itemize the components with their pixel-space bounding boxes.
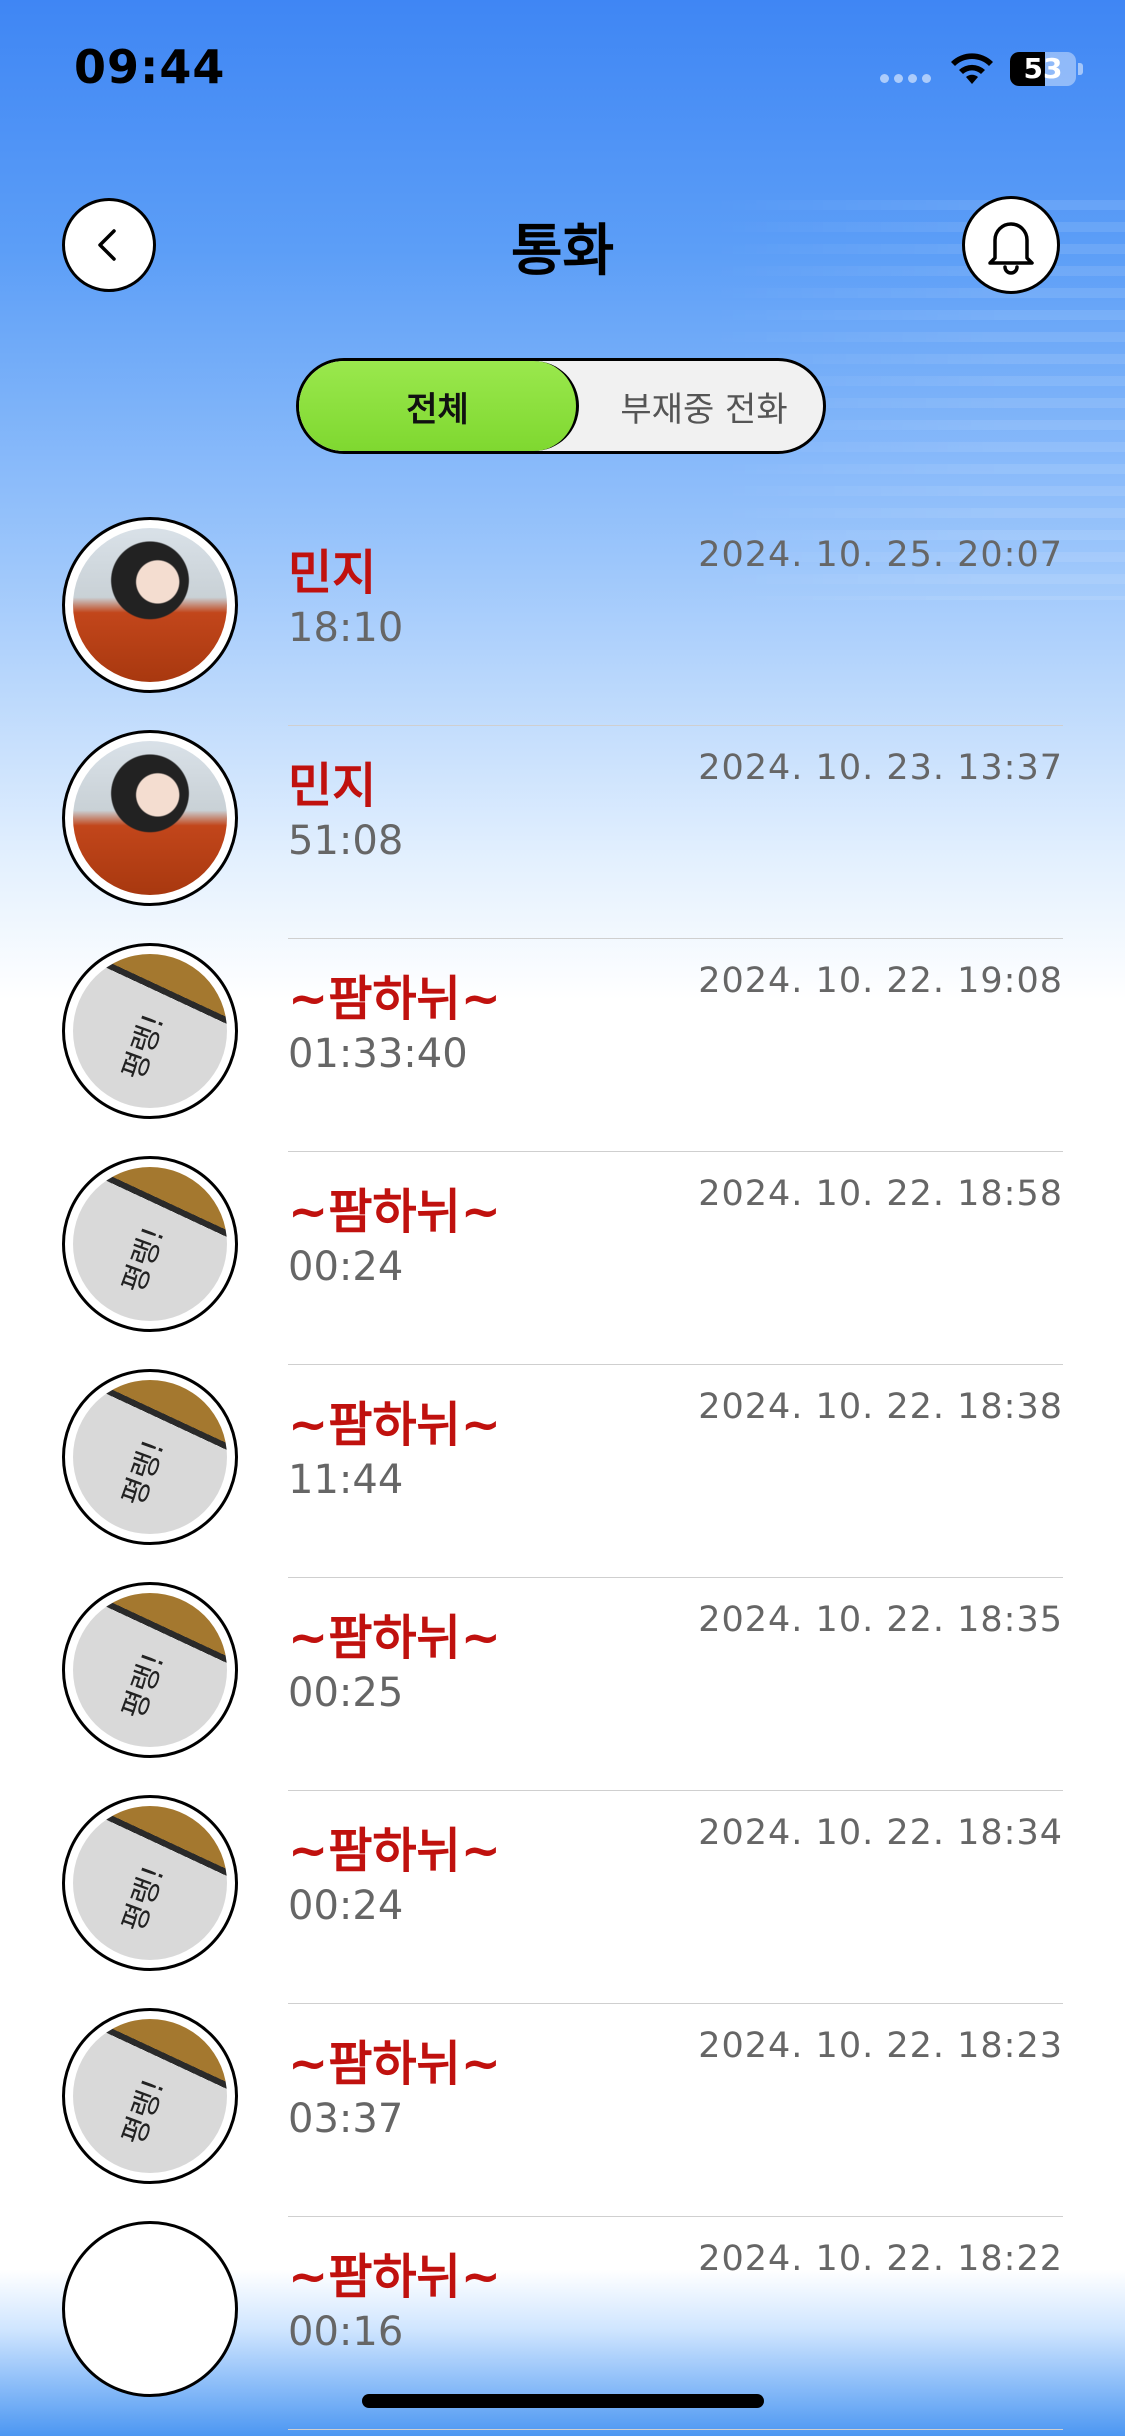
tab-all[interactable]: 전체 <box>299 361 579 451</box>
contact-avatar[interactable] <box>62 943 238 1119</box>
status-time: 09:44 <box>74 40 226 94</box>
call-duration: 00:25 <box>288 1670 404 1716</box>
contact-photo <box>73 528 227 682</box>
contact-photo <box>73 1806 227 1960</box>
contact-avatar[interactable] <box>62 1795 238 1971</box>
contact-name: ~팜하뉘~ <box>288 971 501 1027</box>
call-list-item[interactable]: ~팜하뉘~00:24 2024. 10. 22. 18:34 <box>0 1791 1125 2004</box>
contact-name: 민지 <box>288 758 377 814</box>
contact-name: 민지 <box>288 545 377 601</box>
contact-name: ~팜하뉘~ <box>288 1397 501 1453</box>
call-list-item[interactable]: ~팜하뉘~00:25 2024. 10. 22. 18:35 <box>0 1578 1125 1791</box>
call-list-item[interactable]: ~팜하뉘~00:24 2024. 10. 22. 18:58 <box>0 1152 1125 1365</box>
call-list-item[interactable]: 민지 51:08 2024. 10. 23. 13:37 <box>0 726 1125 939</box>
contact-avatar[interactable] <box>62 730 238 906</box>
call-filter-tabs: 전체 부재중 전화 <box>296 358 826 454</box>
bell-icon <box>988 222 1034 275</box>
contact-photo <box>73 741 227 895</box>
call-duration: 01:33:40 <box>288 1031 468 1077</box>
contact-avatar[interactable] <box>62 1369 238 1545</box>
contact-photo <box>73 1167 227 1321</box>
battery-level-text: 53 <box>1023 52 1063 85</box>
call-timestamp: 2024. 10. 22. 18:58 <box>698 1174 1063 1214</box>
call-duration: 51:08 <box>288 818 404 864</box>
call-duration: 00:16 <box>288 2309 404 2355</box>
contact-avatar[interactable] <box>62 1582 238 1758</box>
contact-photo <box>73 954 227 1108</box>
call-duration: 00:24 <box>288 1244 404 1290</box>
cellular-signal-icon <box>880 74 931 83</box>
page-title: 통화 <box>510 219 615 284</box>
wifi-icon <box>951 53 993 84</box>
contact-photo <box>73 2232 227 2386</box>
call-timestamp: 2024. 10. 22. 18:22 <box>698 2239 1063 2279</box>
call-timestamp: 2024. 10. 22. 18:23 <box>698 2026 1063 2066</box>
battery-icon: 53 <box>1010 52 1076 86</box>
contact-avatar[interactable] <box>62 2221 238 2397</box>
battery-cap <box>1078 63 1083 75</box>
row-divider <box>288 2429 1063 2430</box>
contact-avatar[interactable] <box>62 517 238 693</box>
call-timestamp: 2024. 10. 22. 19:08 <box>698 961 1063 1001</box>
contact-name: ~팜하뉘~ <box>288 1184 501 1240</box>
home-indicator <box>362 2394 764 2408</box>
contact-avatar[interactable] <box>62 2008 238 2184</box>
notification-button[interactable] <box>962 196 1060 294</box>
call-duration: 11:44 <box>288 1457 404 1503</box>
contact-photo <box>73 1593 227 1747</box>
contact-name: ~팜하뉘~ <box>288 1610 501 1666</box>
call-timestamp: 2024. 10. 22. 18:34 <box>698 1813 1063 1853</box>
contact-photo <box>73 1380 227 1534</box>
contact-name: ~팜하뉘~ <box>288 1823 501 1879</box>
call-duration: 18:10 <box>288 605 404 651</box>
call-list-item[interactable]: ~팜하뉘~03:37 2024. 10. 22. 18:23 <box>0 2004 1125 2217</box>
call-timestamp: 2024. 10. 23. 13:37 <box>698 748 1063 788</box>
call-list-item[interactable]: ~팜하뉘~11:44 2024. 10. 22. 18:38 <box>0 1365 1125 1578</box>
tab-missed-calls[interactable]: 부재중 전화 <box>579 361 823 451</box>
call-timestamp: 2024. 10. 25. 20:07 <box>698 535 1063 575</box>
call-list-item[interactable]: 민지 18:10 2024. 10. 25. 20:07 <box>0 513 1125 726</box>
call-duration: 00:24 <box>288 1883 404 1929</box>
call-list-item[interactable]: ~팜하뉘~01:33:40 2024. 10. 22. 19:08 <box>0 939 1125 1152</box>
call-duration: 03:37 <box>288 2096 404 2142</box>
contact-name: ~팜하뉘~ <box>288 2249 501 2305</box>
call-timestamp: 2024. 10. 22. 18:35 <box>698 1600 1063 1640</box>
contact-avatar[interactable] <box>62 1156 238 1332</box>
contact-photo <box>73 2019 227 2173</box>
call-timestamp: 2024. 10. 22. 18:38 <box>698 1387 1063 1427</box>
contact-name: ~팜하뉘~ <box>288 2036 501 2092</box>
